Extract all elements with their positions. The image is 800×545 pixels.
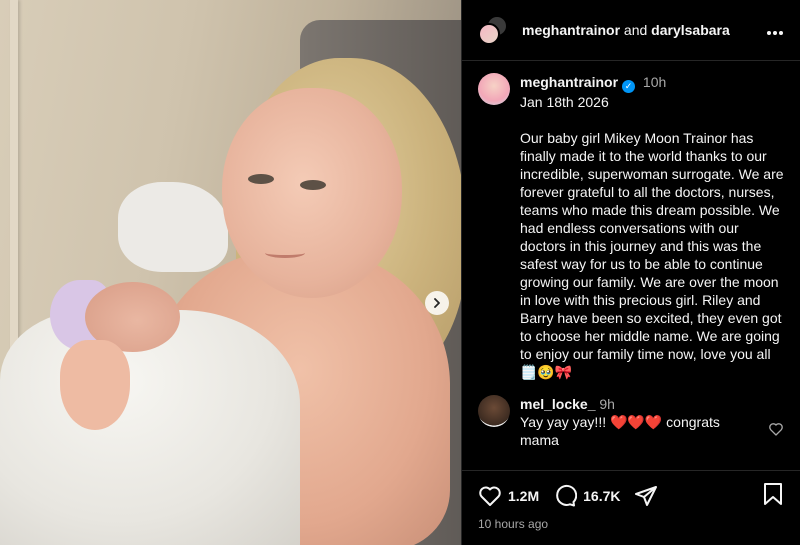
more-options-button[interactable] [766,20,784,41]
like-comment-icon[interactable] [768,421,784,437]
post-sidebar: meghantrainor and darylsabara meghantrai… [461,0,800,545]
photo-pillow [118,182,228,272]
comment-text: Yay yay yay!!! ❤️❤️❤️ congrats mama [520,413,720,448]
post-header: meghantrainor and darylsabara [462,0,800,61]
caption-username[interactable]: meghantrainor [520,74,618,90]
avatar[interactable] [478,73,510,105]
photo-hand [60,340,130,430]
save-button[interactable] [762,482,784,511]
more-horizontal-icon [767,30,783,35]
avatar [478,23,500,45]
comment-body: mel_locke_ 9h Yay yay yay!!! ❤️❤️❤️ cong… [520,395,784,449]
header-username-2[interactable]: darylsabara [651,22,730,38]
comment-username[interactable]: mel_locke_ [520,396,596,412]
photo-eye-left [248,174,274,184]
collab-title: meghantrainor and darylsabara [522,22,766,38]
comment-time: 9h [599,395,615,412]
caption-time: 10h [642,74,667,90]
verified-badge-icon: ✓ [622,79,636,93]
photo-mouth [265,248,305,258]
next-photo-button[interactable] [425,291,449,315]
caption-date: Jan 18th 2026 [520,93,609,110]
caption: meghantrainor ✓ 10h Jan 18th 2026 Our bab… [478,73,784,381]
photo-face [222,88,402,298]
post-photo [0,0,461,545]
chevron-right-icon [434,298,440,308]
collab-avatars[interactable] [478,15,508,45]
comment-count: 16.7K [583,488,621,504]
comment-item: mel_locke_ 9h Yay yay yay!!! ❤️❤️❤️ cong… [478,394,784,449]
like-button[interactable]: 1.2M [478,484,539,508]
bookmark-icon [764,482,782,505]
heart-icon [479,486,501,506]
header-username-1[interactable]: meghantrainor [522,22,620,38]
avatar[interactable] [478,394,510,427]
comment-icon [556,484,578,507]
comment-button[interactable]: 16.7K [553,484,620,508]
like-count: 1.2M [508,488,540,504]
caption-body: meghantrainor ✓ 10h Jan 18th 2026 Our bab… [520,73,784,381]
share-button[interactable] [634,484,664,508]
action-row: 1.2M 16.7K [478,481,784,511]
instagram-post: meghantrainor and darylsabara meghantrai… [0,0,800,545]
caption-text: Our baby girl Mikey Moon Trainor has fin… [520,129,788,380]
post-timestamp: 10 hours ago [478,517,549,531]
header-and: and [623,22,648,38]
send-icon [635,486,658,506]
photo-eye-right [300,180,326,190]
comments-area: meghantrainor ✓ 10h Jan 18th 2026 Our bab… [462,61,800,470]
action-bar: 1.2M 16.7K 10 hours ago [462,470,800,545]
